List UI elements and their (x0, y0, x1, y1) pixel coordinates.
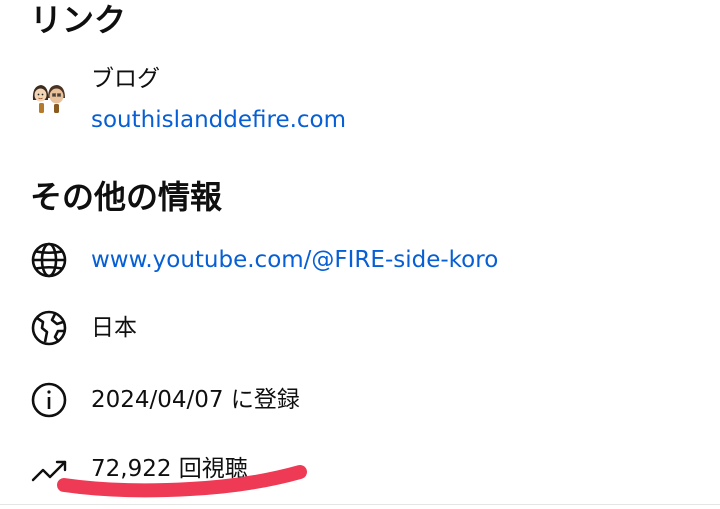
link-title: ブログ (91, 66, 160, 92)
trending-up-icon (30, 452, 68, 490)
views-text: 72,922 回視聴 (91, 456, 248, 482)
info-row-country: 日本 (0, 309, 720, 349)
link-url[interactable]: southislanddefire.com (91, 105, 346, 135)
info-row-joined: 2024/04/07 に登録 (0, 381, 720, 421)
info-icon (30, 381, 68, 419)
globe-icon (30, 241, 68, 279)
joined-text: 2024/04/07 に登録 (91, 387, 300, 413)
earth-region-icon (30, 309, 68, 347)
info-row-views: 72,922 回視聴 (0, 450, 720, 490)
link-item-blog[interactable]: ブログ southislanddefire.com (0, 64, 720, 138)
country-text: 日本 (91, 315, 137, 341)
channel-url-link[interactable]: www.youtube.com/@FIRE-side-koro (91, 245, 498, 275)
bottom-divider (0, 504, 720, 505)
info-row-channel-url[interactable]: www.youtube.com/@FIRE-side-koro (0, 241, 720, 281)
blog-avatar-icon (30, 78, 68, 116)
links-heading: リンク (30, 1, 127, 39)
other-info-heading: その他の情報 (30, 178, 223, 216)
